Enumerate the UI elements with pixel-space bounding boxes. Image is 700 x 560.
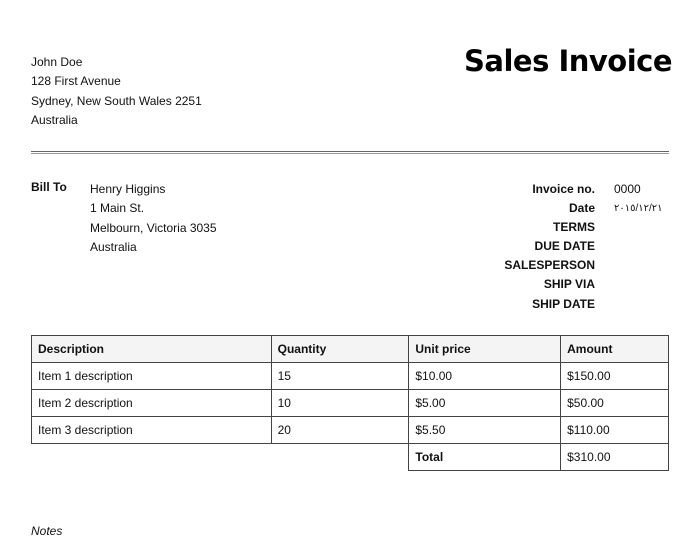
invoice-meta-labels: Invoice no. Date TERMS DUE DATE SALESPER… [504,180,595,314]
item-description: Item 2 description [31,389,272,417]
item-description: Item 3 description [31,416,272,444]
sender-address: John Doe 128 First Avenue Sydney, New So… [31,53,202,130]
date-value: ٢٠١٥/١٢/٢١ [614,203,663,215]
column-header-unit-price: Unit price [408,335,562,363]
total-value: $310.00 [560,443,669,471]
table-header-row: Description Quantity Unit price Amount [31,335,669,363]
date-label: Date [568,201,595,216]
bill-to-address: Henry Higgins 1 Main St. Melbourn, Victo… [90,180,217,257]
sender-country: Australia [31,112,78,127]
sender-address-line2: Sydney, New South Wales 2251 [31,93,202,108]
bill-to-address-line2: Melbourn, Victoria 3035 [90,220,217,235]
notes-label: Notes [31,524,63,538]
item-description: Item 1 description [31,362,272,390]
column-header-description: Description [31,335,272,363]
bill-to-country: Australia [90,239,137,254]
column-header-quantity: Quantity [270,335,410,363]
total-row-spacer [31,443,410,471]
table-row: Item 3 description 20 $5.50 $110.00 [31,416,669,444]
sender-name: John Doe [31,55,83,69]
total-label: Total [408,443,562,471]
line-items-table: Description Quantity Unit price Amount I… [31,335,669,471]
table-row: Item 2 description 10 $5.00 $50.00 [31,389,669,417]
table-row: Item 1 description 15 $10.00 $150.00 [31,362,669,390]
terms-label: TERMS [553,220,595,235]
item-unit-price: $10.00 [408,362,562,390]
item-amount: $110.00 [560,416,669,444]
bill-to-label: Bill To [31,180,67,194]
salesperson-label: SALESPERSON [504,258,595,273]
item-quantity: 20 [270,416,410,444]
column-header-amount: Amount [560,335,669,363]
document-title: Sales Invoice [464,44,672,78]
ship-date-label: SHIP DATE [532,296,595,311]
ship-via-label: SHIP VIA [543,277,595,292]
item-unit-price: $5.00 [408,389,562,417]
invoice-no-label: Invoice no. [532,182,595,196]
item-unit-price: $5.50 [408,416,562,444]
item-amount: $150.00 [560,362,669,390]
item-amount: $50.00 [560,389,669,417]
item-quantity: 10 [270,389,410,417]
header-divider [31,151,669,154]
sender-address-line1: 128 First Avenue [31,74,121,89]
invoice-no-value: 0000 [614,182,641,196]
bill-to-name: Henry Higgins [90,182,166,196]
item-quantity: 15 [270,362,410,390]
bill-to-address-line1: 1 Main St. [90,201,145,216]
due-date-label: DUE DATE [534,239,595,254]
total-row: Total $310.00 [31,443,669,471]
invoice-meta-values: 0000 ٢٠١٥/١٢/٢١ [614,180,663,218]
